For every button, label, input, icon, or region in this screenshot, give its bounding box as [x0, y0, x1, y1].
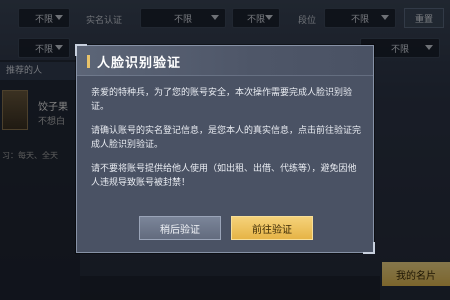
dialog-paragraph-2: 请确认账号的实名登记信息，是您本人的真实信息，点击前往验证完成人脸识别验证。 — [91, 126, 362, 150]
title-accent-bar — [87, 55, 90, 68]
dialog-header: 人脸识别验证 — [77, 46, 373, 76]
face-verification-dialog: 人脸识别验证 亲爱的特种兵，为了您的账号安全，本次操作需要完成人脸识别验证。 请… — [75, 44, 375, 254]
go-verify-button[interactable]: 前往验证 — [231, 216, 313, 240]
dialog-paragraph-3: 请不要将账号提供给他人使用（如出租、出借、代练等），避免因他人违规导致账号被封禁… — [91, 164, 357, 188]
dialog-paragraph-1: 亲爱的特种兵，为了您的账号安全，本次操作需要完成人脸识别验证。 — [91, 88, 353, 112]
dialog-title: 人脸识别验证 — [97, 56, 182, 71]
dialog-body: 亲爱的特种兵，为了您的账号安全，本次操作需要完成人脸识别验证。 请确认账号的实名… — [91, 86, 361, 200]
verify-later-button[interactable]: 稍后验证 — [139, 216, 221, 240]
